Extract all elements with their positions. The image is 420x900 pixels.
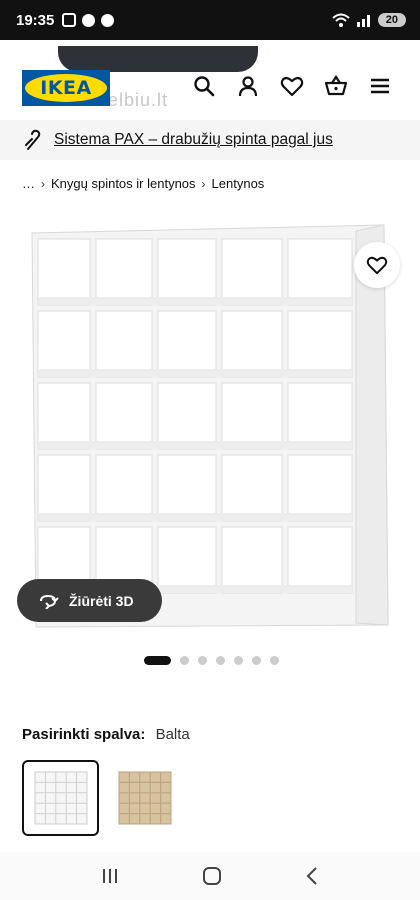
- battery-icon: 20: [377, 13, 406, 27]
- carousel-dot[interactable]: [252, 656, 261, 665]
- screenshot-icon: [62, 13, 77, 27]
- rotate-3d-icon: [40, 594, 59, 609]
- battery-level: 20: [385, 14, 398, 26]
- color-swatch-white[interactable]: [22, 760, 99, 836]
- menu-icon[interactable]: [368, 74, 392, 98]
- chevron-right-icon: ›: [41, 176, 45, 191]
- carousel-dot[interactable]: [144, 656, 171, 665]
- breadcrumb: … › Knygų spintos ir lentynos › Lentynos: [22, 176, 264, 191]
- home-icon[interactable]: [201, 865, 223, 887]
- facebook-icon: [82, 13, 96, 27]
- promo-link[interactable]: Sistema PAX – drabužių spinta pagal jus: [54, 131, 333, 149]
- carousel-dot[interactable]: [270, 656, 279, 665]
- add-to-favorites-button[interactable]: [354, 242, 400, 288]
- chevron-right-icon: ›: [201, 176, 206, 191]
- carousel-dot[interactable]: [216, 656, 225, 665]
- logo-oval: IKEA: [25, 74, 107, 102]
- notification-icons: [62, 13, 115, 27]
- heart-icon: [366, 256, 388, 275]
- site-header: skelbiu.lt IKEA: [0, 40, 420, 128]
- view-3d-button[interactable]: Žiūrėti 3D: [17, 579, 162, 622]
- hanger-icon: [25, 129, 41, 150]
- search-icon[interactable]: [192, 74, 216, 98]
- back-icon[interactable]: [304, 866, 320, 886]
- watermark-tab: [58, 46, 258, 72]
- wifi-icon: [332, 13, 350, 27]
- image-carousel-dots: [144, 656, 279, 665]
- color-selector: Pasirinkti spalva: Balta: [22, 726, 190, 743]
- cart-icon[interactable]: [324, 74, 348, 98]
- white-shelf-thumbnail: [34, 771, 87, 825]
- carousel-dot[interactable]: [180, 656, 189, 665]
- color-label: Pasirinkti spalva:: [22, 726, 146, 743]
- system-icons: 20: [332, 13, 406, 27]
- messenger-icon: [101, 13, 115, 27]
- promo-banner[interactable]: Sistema PAX – drabužių spinta pagal jus: [0, 120, 420, 160]
- oak-shelf-thumbnail: [118, 771, 171, 825]
- product-image[interactable]: [22, 215, 400, 640]
- breadcrumb-shelves[interactable]: Lentynos: [212, 176, 265, 191]
- signal-icon: [356, 15, 370, 27]
- ikea-logo[interactable]: IKEA: [22, 70, 110, 106]
- status-time: 19:35: [16, 11, 55, 29]
- carousel-dot[interactable]: [198, 656, 207, 665]
- color-value: Balta: [155, 726, 190, 743]
- color-swatch-oak[interactable]: [106, 760, 183, 836]
- view-3d-label: Žiūrėti 3D: [69, 592, 134, 609]
- carousel-dot[interactable]: [234, 656, 243, 665]
- heart-icon[interactable]: [280, 74, 304, 98]
- system-navigation-bar: [0, 852, 420, 900]
- breadcrumb-ellipsis[interactable]: …: [22, 176, 35, 191]
- breadcrumb-bookcases[interactable]: Knygų spintos ir lentynos: [51, 176, 196, 191]
- recent-apps-icon[interactable]: [100, 867, 120, 885]
- shelf-cubbies: [37, 224, 389, 626]
- header-actions: [192, 74, 392, 98]
- status-bar: 19:35 20: [0, 0, 420, 40]
- logo-text: IKEA: [40, 77, 92, 99]
- user-icon[interactable]: [236, 74, 260, 98]
